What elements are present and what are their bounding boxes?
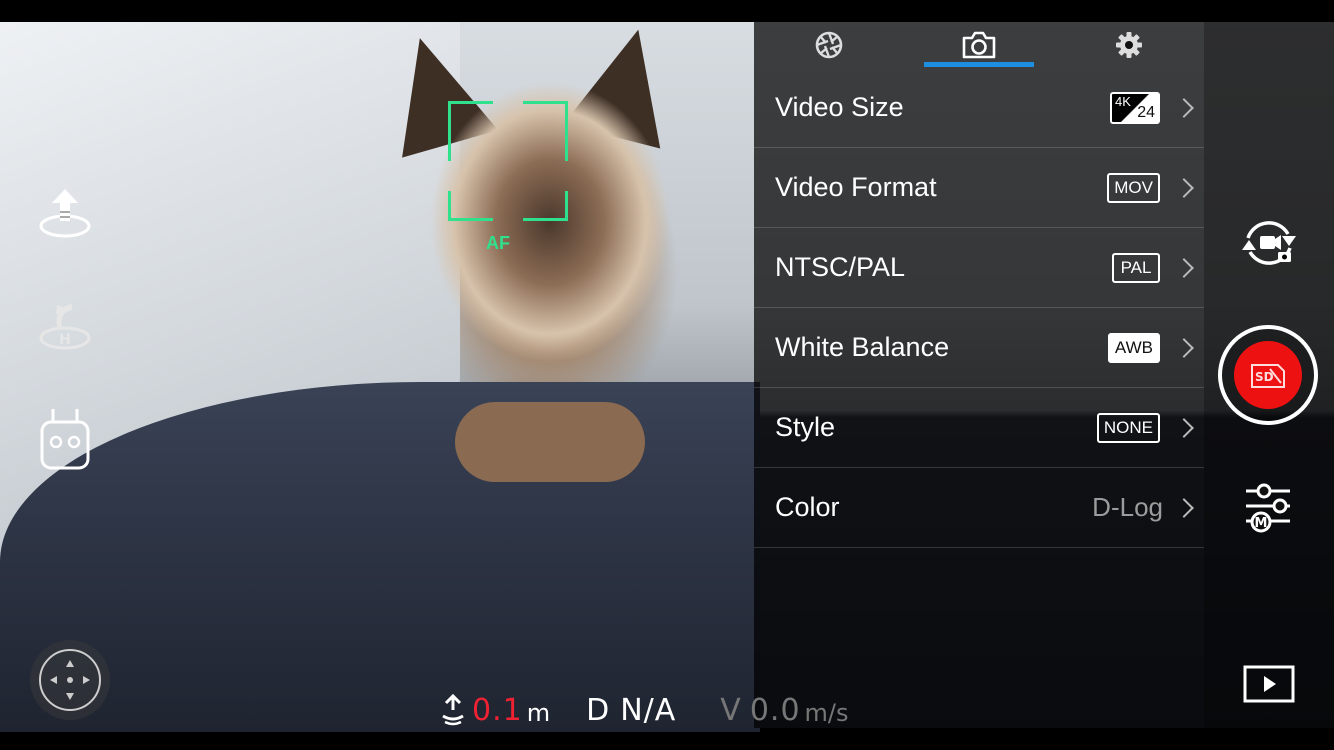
flight-telemetry: 0.1 m D N/A V 0.0 m/s xyxy=(440,688,849,728)
svg-text:H: H xyxy=(59,332,71,348)
return-home-button[interactable]: H xyxy=(36,300,94,360)
playback-button[interactable] xyxy=(1243,665,1295,703)
aperture-icon xyxy=(815,31,843,59)
framerate-text: 24 xyxy=(1137,103,1155,121)
cat-paws xyxy=(455,402,645,482)
speed-value: 0.0 xyxy=(749,693,801,728)
switch-photo-video-button[interactable] xyxy=(1238,216,1300,270)
chevron-right-icon xyxy=(1174,257,1194,278)
resolution-text: 4K xyxy=(1115,93,1131,109)
chevron-right-icon xyxy=(1174,497,1194,518)
tab-settings[interactable] xyxy=(1074,22,1184,68)
menu-row-white-balance[interactable]: White Balance AWB xyxy=(754,308,1204,388)
ntsc-pal-badge: PAL xyxy=(1112,252,1160,283)
distance-prefix: D xyxy=(586,693,611,728)
menu-row-color[interactable]: Color D-Log xyxy=(754,468,1204,548)
af-label: AF xyxy=(486,233,510,253)
tab-aperture[interactable] xyxy=(774,22,884,68)
record-button-icon: SD xyxy=(1234,341,1302,409)
menu-row-label: NTSC/PAL xyxy=(775,252,906,282)
active-tab-indicator xyxy=(924,62,1034,67)
remote-controller-button[interactable] xyxy=(36,407,94,470)
menu-row-label: White Balance xyxy=(775,332,950,362)
style-badge: NONE xyxy=(1096,412,1160,443)
chevron-right-icon xyxy=(1174,337,1194,358)
focus-box[interactable] xyxy=(448,101,568,221)
speed-prefix: V xyxy=(720,693,742,728)
video-format-badge: MOV xyxy=(1107,172,1160,203)
switch-photo-video-icon xyxy=(1242,221,1296,265)
distance-value: N/A xyxy=(620,693,677,728)
record-sd-text: SD xyxy=(1255,370,1274,384)
chevron-right-icon xyxy=(1174,177,1194,198)
gear-icon xyxy=(1116,32,1142,58)
joystick-icon xyxy=(39,649,101,711)
menu-row-label: Video Format xyxy=(775,172,937,202)
sd-card-icon: SD xyxy=(1251,364,1285,388)
chevron-right-icon xyxy=(1174,417,1194,438)
takeoff-button[interactable] xyxy=(36,185,94,245)
playback-icon xyxy=(1243,665,1295,703)
altitude-icon xyxy=(442,694,464,726)
white-balance-badge: AWB xyxy=(1107,332,1160,363)
svg-text:M: M xyxy=(1255,516,1268,531)
menu-row-label: Style xyxy=(775,412,836,442)
height-unit: m xyxy=(526,699,551,727)
return-home-icon: H xyxy=(39,304,91,350)
color-value: D-Log xyxy=(1092,492,1163,522)
camera-settings-manual-button[interactable]: M xyxy=(1244,482,1292,534)
menu-row-label: Color xyxy=(775,492,840,522)
takeoff-icon xyxy=(39,189,91,238)
camera-settings-menu: Video Size 4K 24 Video Format MOV NTSC/P… xyxy=(754,68,1204,548)
remote-controller-icon xyxy=(40,409,90,470)
record-button[interactable]: SD xyxy=(1218,325,1318,425)
height-value: 0.1 xyxy=(472,693,523,728)
camera-settings-manual-icon: M xyxy=(1246,483,1290,533)
menu-row-ntsc-pal[interactable]: NTSC/PAL PAL xyxy=(754,228,1204,308)
chevron-right-icon xyxy=(1174,97,1194,118)
speed-unit: m/s xyxy=(804,699,849,727)
menu-row-style[interactable]: Style NONE xyxy=(754,388,1204,468)
camera-icon xyxy=(962,31,996,59)
menu-row-video-format[interactable]: Video Format MOV xyxy=(754,148,1204,228)
video-size-badge: 4K 24 xyxy=(1110,91,1160,124)
menu-row-label: Video Size xyxy=(775,92,904,122)
joystick-button[interactable] xyxy=(30,640,110,720)
menu-row-video-size[interactable]: Video Size 4K 24 xyxy=(754,68,1204,148)
